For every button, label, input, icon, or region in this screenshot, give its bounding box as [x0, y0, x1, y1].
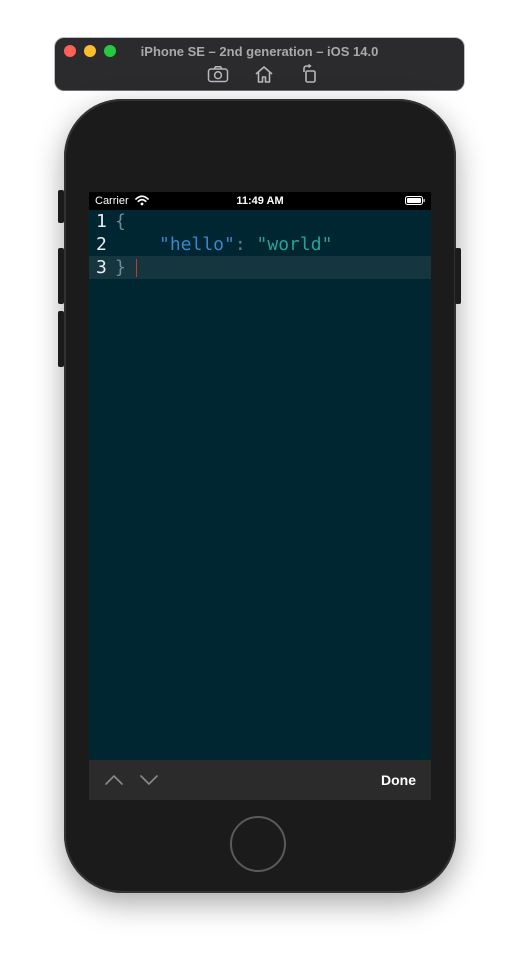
line-content: { [115, 210, 126, 233]
line-content: "hello": "world" [159, 233, 332, 256]
simulator-toolbar [55, 63, 464, 85]
line-number: 2 [96, 234, 107, 255]
battery-icon [405, 196, 425, 205]
code-line-current[interactable]: 3 } [89, 256, 431, 279]
close-brace: } [115, 257, 126, 278]
camera-icon[interactable] [207, 63, 229, 85]
status-time: 11:49 AM [236, 195, 284, 207]
json-value: "world" [256, 234, 333, 255]
code-editor[interactable]: 1 { 2 "hello": "world" 3 } [89, 210, 431, 760]
json-key: "hello" [159, 234, 235, 255]
rotate-icon[interactable] [299, 63, 321, 85]
simulator-title: iPhone SE – 2nd generation – iOS 14.0 [140, 44, 379, 59]
power-button [455, 248, 461, 304]
device-screen: Carrier 11:49 AM 1 {2 "hello": "world" … [89, 192, 431, 800]
simulator-title-bar: iPhone SE – 2nd generation – iOS 14.0 [55, 38, 464, 90]
open-brace: { [115, 211, 126, 232]
json-colon: : [234, 234, 246, 255]
home-button[interactable] [230, 816, 286, 872]
code-line[interactable]: 1 { [89, 210, 431, 233]
text-caret [136, 259, 137, 277]
done-button[interactable]: Done [381, 772, 416, 788]
line-number: 3 [96, 257, 107, 278]
volume-up-button [58, 248, 64, 304]
keyboard-accessory-bar: Done [89, 760, 431, 800]
chevron-down-icon[interactable] [138, 770, 160, 790]
mute-switch [58, 190, 64, 223]
line-number: 1 [96, 211, 107, 232]
status-bar: Carrier 11:49 AM [89, 192, 431, 210]
volume-down-button [58, 311, 64, 367]
home-icon[interactable] [253, 63, 275, 85]
code-line[interactable]: 2 "hello": "world" [89, 233, 431, 256]
chevron-up-icon[interactable] [103, 770, 125, 790]
line-content: } [115, 256, 126, 279]
simulator-window: iPhone SE – 2nd generation – iOS 14.0 Ca… [0, 0, 520, 967]
